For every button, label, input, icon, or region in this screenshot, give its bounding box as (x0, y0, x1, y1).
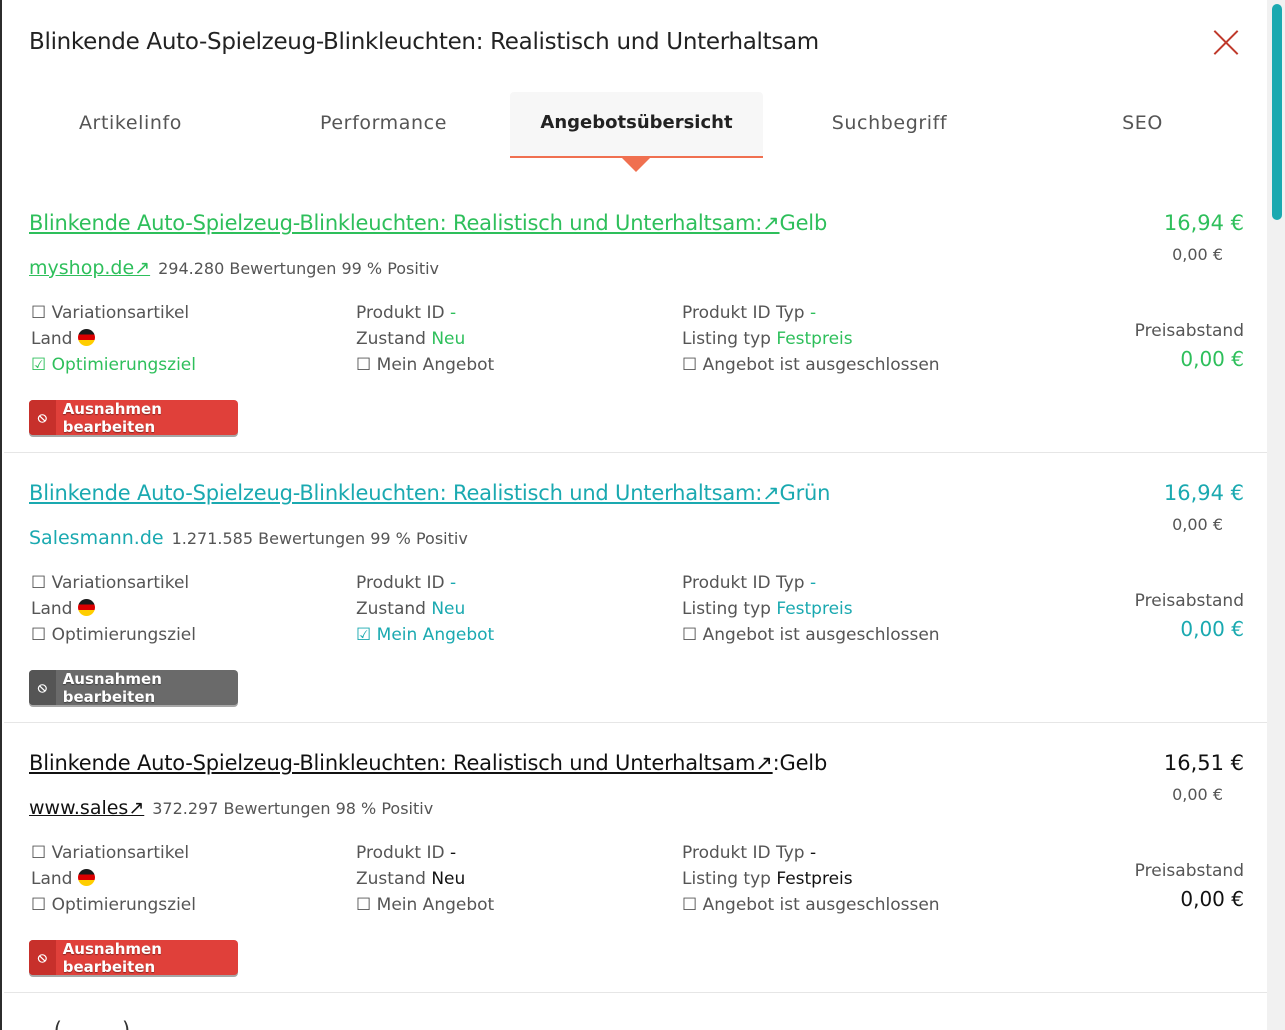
offer-title-link[interactable]: Blinkende Auto-Spielzeug-Blinkleuchten: … (29, 481, 780, 505)
offer-col-1: ☐ Variationsartikel Land ☐ Optimierungsz… (31, 840, 196, 918)
close-icon[interactable] (1212, 28, 1240, 56)
scrollbar[interactable] (1267, 0, 1285, 1030)
shop-row: myshop.de↗ 294.280 Bewertungen 99 % Posit… (29, 257, 439, 279)
shop-ratings: 372.297 Bewertungen 98 % Positiv (152, 799, 434, 818)
my-offer-checkbox[interactable]: ☐ Mein Angebot (356, 892, 494, 918)
offer-card: Blinkende Auto-Spielzeug-Blinkleuchten: … (4, 183, 1269, 453)
price-gap-label: Preisabstand (1134, 861, 1244, 881)
germany-flag-icon (77, 869, 95, 886)
offer-col-2: Produkt ID - Zustand Neu ☐ Mein Angebot (356, 840, 494, 918)
germany-flag-icon (77, 599, 95, 616)
product-id-field: Produkt ID - (356, 303, 457, 323)
edit-exceptions-button[interactable]: ⦸ Ausnahmen bearbeiten (29, 400, 238, 435)
country-field: Land (31, 326, 196, 352)
shop-link[interactable]: myshop.de↗ (29, 257, 150, 279)
offer-overview-modal: Blinkende Auto-Spielzeug-Blinkleuchten: … (0, 0, 1285, 1030)
offer-title: Blinkende Auto-Spielzeug-Blinkleuchten: … (29, 751, 827, 775)
offer-col-1: ☐ Variationsartikel Land ☑ Optimierungsz… (31, 300, 196, 378)
country-field: Land (31, 866, 196, 892)
scrollbar-thumb[interactable] (1272, 4, 1282, 220)
condition-field: Zustand Neu (356, 599, 466, 619)
offer-price: 16,51 € (1163, 751, 1244, 775)
tab-bar: Artikelinfo Performance Angebotsübersich… (4, 92, 1269, 172)
condition-field: Zustand Neu (356, 869, 466, 889)
shipping-price: 0,00 € (1172, 245, 1223, 264)
country-field: Land (31, 596, 196, 622)
listing-type-field: Listing typ Festpreis (682, 599, 853, 619)
price-gap-value: 0,00 € (1180, 347, 1244, 371)
offer-col-2: Produkt ID - Zustand Neu ☑ Mein Angebot (356, 570, 494, 648)
product-id-field: Produkt ID - (356, 573, 457, 593)
prohibited-icon: ⦸ (29, 940, 56, 975)
variation-checkbox[interactable]: ☐ Variationsartikel (31, 300, 196, 326)
my-offer-checkbox[interactable]: ☐ Mein Angebot (356, 352, 494, 378)
offer-card: Blinkende Auto-Spielzeug-Blinkleuchten: … (4, 453, 1269, 723)
edit-exceptions-button[interactable]: ⦸ Ausnahmen bearbeiten (29, 940, 238, 975)
variation-checkbox[interactable]: ☐ Variationsartikel (31, 840, 196, 866)
shipping-price: 0,00 € (1172, 785, 1223, 804)
shipping-price: 0,00 € (1172, 515, 1223, 534)
offer-price: 16,94 € (1163, 211, 1244, 235)
my-offer-checkbox[interactable]: ☑ Mein Angebot (356, 622, 494, 648)
price-gap-value: 0,00 € (1180, 887, 1244, 911)
offer-col-3: Produkt ID Typ - Listing typ Festpreis ☐… (682, 570, 940, 648)
listing-type-field: Listing typ Festpreis (682, 869, 853, 889)
prohibited-icon: ⦸ (29, 670, 56, 705)
listing-type-field: Listing typ Festpreis (682, 329, 853, 349)
modal-header: Blinkende Auto-Spielzeug-Blinkleuchten: … (29, 24, 1244, 64)
offer-col-3: Produkt ID Typ - Listing typ Festpreis ☐… (682, 300, 940, 378)
offer-col-2: Produkt ID - Zustand Neu ☐ Mein Angebot (356, 300, 494, 378)
offer-title: Blinkende Auto-Spielzeug-Blinkleuchten: … (29, 211, 827, 235)
offer-title-link[interactable]: Blinkende Auto-Spielzeug-Blinkleuchten: … (29, 751, 773, 775)
offer-card: Blinkende Auto-Spielzeug-Blinkleuchten: … (4, 723, 1269, 993)
next-offer-title-partial: ... (.........) .. ........ ... ..... ..… (27, 1018, 311, 1030)
offer-price: 16,94 € (1163, 481, 1244, 505)
shop-link[interactable]: Salesmann.de (29, 527, 164, 549)
product-id-field: Produkt ID - (356, 843, 457, 863)
product-id-type-field: Produkt ID Typ - (682, 303, 817, 323)
prohibited-icon: ⦸ (29, 400, 56, 435)
offer-list: Blinkende Auto-Spielzeug-Blinkleuchten: … (4, 183, 1269, 993)
tab-artikelinfo[interactable]: Artikelinfo (4, 92, 257, 158)
shop-ratings: 294.280 Bewertungen 99 % Positiv (158, 259, 440, 278)
edit-exceptions-button[interactable]: ⦸ Ausnahmen bearbeiten (29, 670, 238, 705)
offer-title-link[interactable]: Blinkende Auto-Spielzeug-Blinkleuchten: … (29, 211, 780, 235)
excluded-checkbox[interactable]: ☐ Angebot ist ausgeschlossen (682, 892, 940, 918)
offer-variant: Gelb (779, 211, 828, 235)
optimization-target-checkbox[interactable]: ☑ Optimierungsziel (31, 352, 196, 378)
shop-row: Salesmann.de 1.271.585 Bewertungen 99 % P… (29, 527, 468, 549)
tab-seo[interactable]: SEO (1016, 92, 1269, 158)
excluded-checkbox[interactable]: ☐ Angebot ist ausgeschlossen (682, 352, 940, 378)
tab-performance[interactable]: Performance (257, 92, 510, 158)
condition-field: Zustand Neu (356, 329, 466, 349)
product-id-type-field: Produkt ID Typ - (682, 573, 817, 593)
excluded-checkbox[interactable]: ☐ Angebot ist ausgeschlossen (682, 622, 940, 648)
variation-checkbox[interactable]: ☐ Variationsartikel (31, 570, 196, 596)
offer-col-1: ☐ Variationsartikel Land ☐ Optimierungsz… (31, 570, 196, 648)
optimization-target-checkbox[interactable]: ☐ Optimierungsziel (31, 622, 196, 648)
price-gap-value: 0,00 € (1180, 617, 1244, 641)
offer-variant: Grün (779, 481, 831, 505)
shop-row: www.sales↗ 372.297 Bewertungen 98 % Posit… (29, 797, 433, 819)
optimization-target-checkbox[interactable]: ☐ Optimierungsziel (31, 892, 196, 918)
offer-title: Blinkende Auto-Spielzeug-Blinkleuchten: … (29, 481, 830, 505)
price-gap-label: Preisabstand (1134, 321, 1244, 341)
tab-suchbegriff[interactable]: Suchbegriff (763, 92, 1016, 158)
price-gap-label: Preisabstand (1134, 591, 1244, 611)
product-id-type-field: Produkt ID Typ - (682, 843, 817, 863)
shop-link[interactable]: www.sales↗ (29, 797, 144, 819)
offer-col-3: Produkt ID Typ - Listing typ Festpreis ☐… (682, 840, 940, 918)
modal-title: Blinkende Auto-Spielzeug-Blinkleuchten: … (29, 29, 819, 55)
germany-flag-icon (77, 329, 95, 346)
shop-ratings: 1.271.585 Bewertungen 99 % Positiv (171, 529, 468, 548)
offer-variant: :Gelb (772, 751, 828, 775)
tab-angebotsuebersicht[interactable]: Angebotsübersicht (510, 92, 763, 172)
